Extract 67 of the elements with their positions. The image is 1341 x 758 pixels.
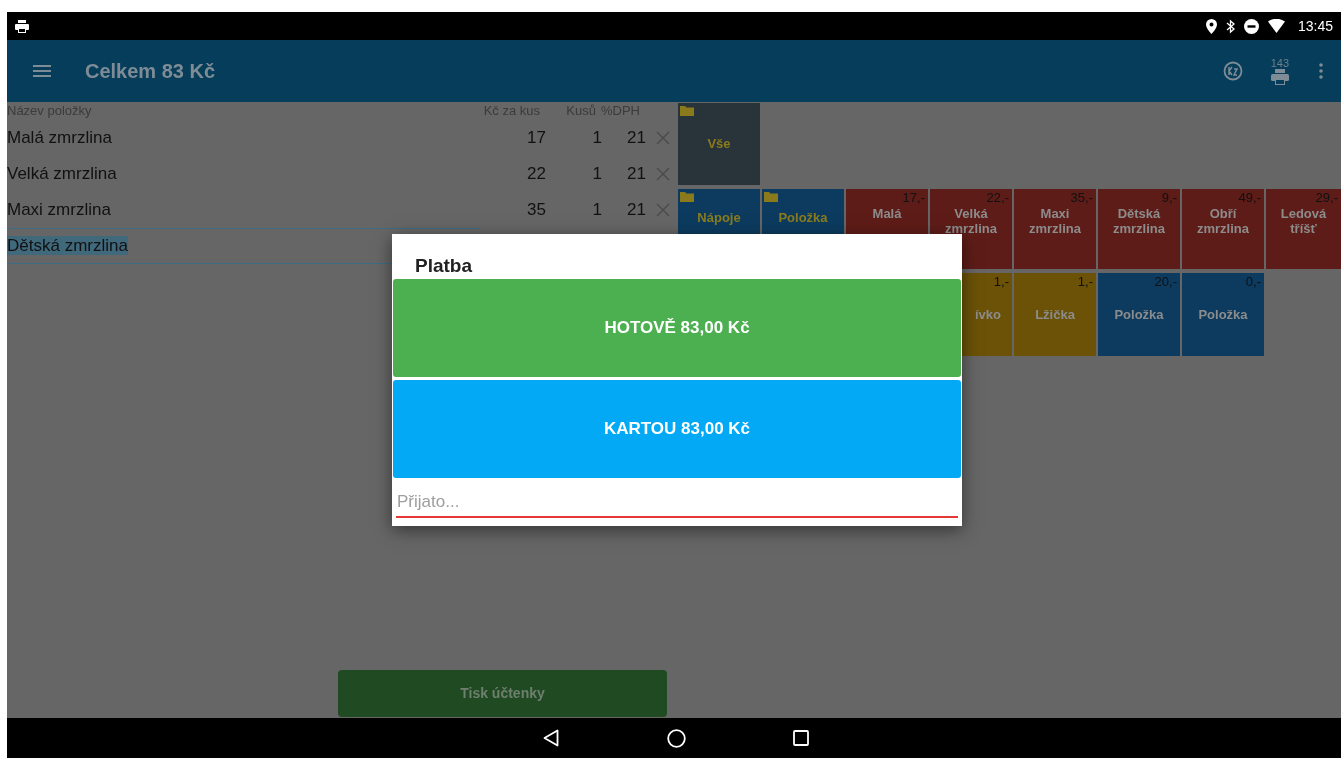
category-label: Vše: [707, 134, 731, 153]
back-icon[interactable]: [543, 729, 559, 747]
item-quantity: 1: [591, 199, 602, 222]
item-name: Velká zmrzlina: [7, 164, 117, 184]
item-quantity: 1: [591, 127, 602, 150]
order-total-title: Celkem 83 Kč: [85, 59, 216, 84]
item-price: 22: [526, 163, 546, 186]
print-button[interactable]: 143: [1270, 57, 1289, 85]
item-vat: 21: [626, 163, 646, 186]
item-vat: 21: [626, 199, 646, 222]
do-not-disturb-icon: [1243, 18, 1259, 34]
product-tile[interactable]: 49,- Obří zmrzlina: [1182, 189, 1264, 269]
category-label: Nápoje: [697, 209, 741, 227]
product-tile[interactable]: 0,- Položka: [1182, 273, 1264, 356]
bluetooth-icon: [1225, 18, 1235, 34]
product-price: 20,-: [1154, 274, 1177, 289]
product-price: 29,-: [1315, 190, 1338, 205]
item-price: 17: [526, 127, 546, 150]
category-tile[interactable]: Vše: [678, 103, 760, 185]
product-price: 17,-: [902, 190, 925, 205]
product-label: Velká zmrzlina: [944, 206, 998, 236]
product-price: 0,-: [1245, 274, 1261, 289]
printer-icon: [15, 19, 29, 33]
folder-icon: [680, 105, 694, 116]
product-tile[interactable]: 9,- Dětská zmrzlina: [1098, 189, 1180, 269]
product-label: Dětská zmrzlina: [1112, 206, 1166, 236]
recent-apps-icon[interactable]: [793, 730, 809, 746]
product-price: 1,-: [993, 274, 1009, 289]
category-label: Položka: [778, 209, 828, 227]
item-quantity: 1: [591, 163, 602, 186]
card-payment-button[interactable]: KARTOU 83,00 Kč: [393, 380, 961, 478]
folder-icon: [680, 191, 694, 202]
product-price: 22,-: [986, 190, 1009, 205]
folder-icon: [764, 191, 778, 202]
product-tile[interactable]: 20,- Položka: [1098, 273, 1180, 356]
cash-payment-button[interactable]: HOTOVĚ 83,00 Kč: [393, 279, 961, 377]
item-name: Maxi zmrzlina: [7, 200, 111, 220]
location-icon: [1205, 18, 1217, 34]
product-price: 49,-: [1238, 190, 1261, 205]
product-label: Lžička: [1034, 307, 1076, 322]
printer-icon: [1270, 68, 1289, 85]
product-tile[interactable]: 29,- Ledová tříšť: [1266, 189, 1341, 269]
product-price: 9,-: [1161, 190, 1177, 205]
product-label: Maxi zmrzlina: [1028, 206, 1082, 236]
product-tile[interactable]: 35,- Maxi zmrzlina: [1014, 189, 1096, 269]
product-tile[interactable]: 1,- Lžička: [1014, 273, 1096, 356]
selected-item-name: Dětská zmrzlina: [7, 236, 128, 256]
dialog-title: Platba: [415, 255, 473, 277]
product-label: ívko: [974, 307, 1002, 322]
clock-time: 13:45: [1297, 16, 1333, 36]
wifi-icon: [1267, 19, 1285, 33]
product-label: Ledová tříšť: [1279, 206, 1328, 236]
product-label: Položka: [1197, 307, 1249, 322]
product-label: Obří zmrzlina: [1196, 206, 1250, 236]
currency-icon[interactable]: [1222, 61, 1243, 81]
product-price: 35,-: [1070, 190, 1093, 205]
home-icon[interactable]: [667, 728, 686, 748]
menu-icon[interactable]: [33, 65, 51, 77]
print-receipt-button[interactable]: Tisk účtenky: [338, 670, 667, 717]
more-options-icon[interactable]: [1319, 63, 1323, 79]
product-label: Malá: [871, 206, 903, 221]
product-label: Položka: [1113, 307, 1165, 322]
product-price: 1,-: [1077, 274, 1093, 289]
item-vat: 21: [626, 127, 646, 150]
item-price: 35: [526, 199, 546, 222]
amount-received-field[interactable]: Přijato...: [396, 488, 958, 518]
item-name: Malá zmrzlina: [7, 128, 112, 148]
